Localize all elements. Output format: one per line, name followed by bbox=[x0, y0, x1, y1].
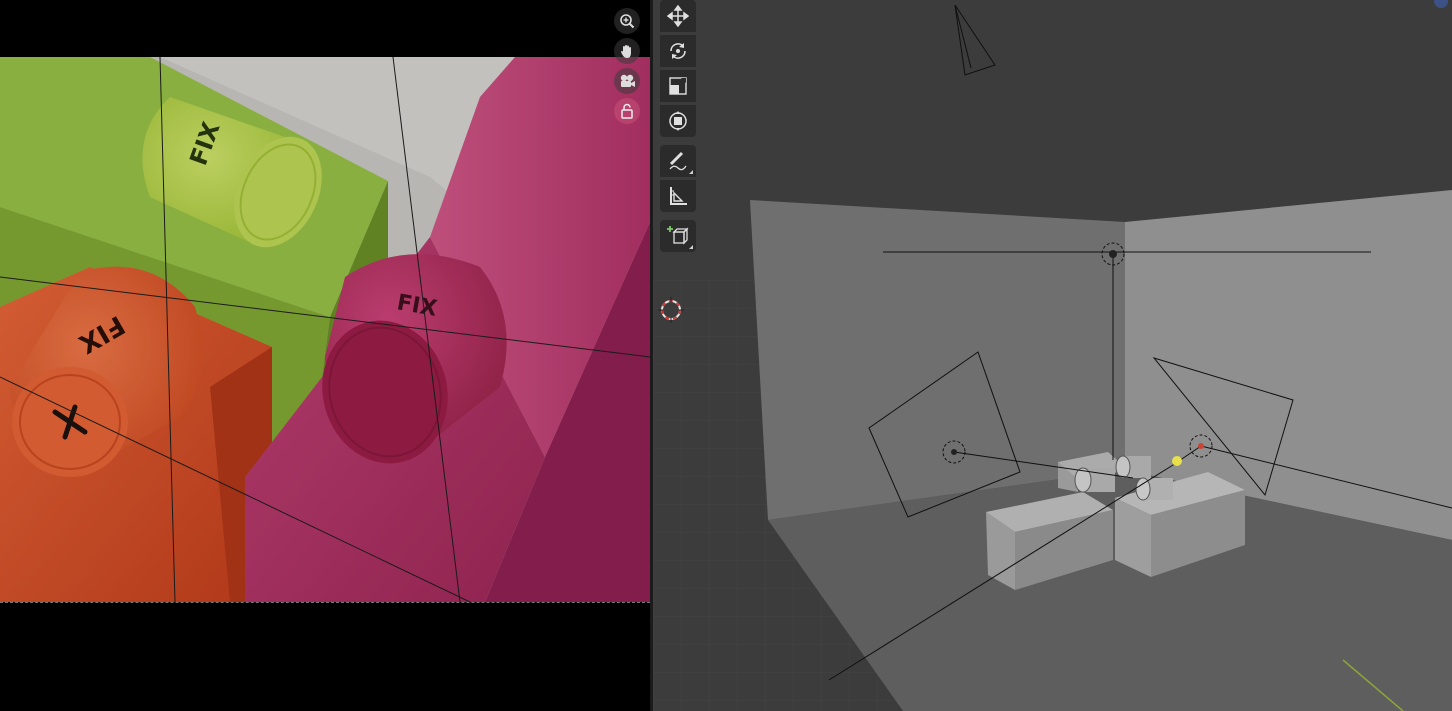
rotate-tool-button[interactable] bbox=[660, 35, 696, 67]
scale-tool-button[interactable] bbox=[660, 70, 696, 102]
add-cube-tool-button[interactable] bbox=[660, 220, 696, 252]
camera-icon[interactable] bbox=[614, 68, 640, 94]
annotate-tool-button[interactable] bbox=[660, 145, 696, 177]
annotate-icon bbox=[669, 151, 687, 171]
transform-icon bbox=[669, 111, 687, 131]
camera-frame-bottom-edge bbox=[0, 602, 650, 603]
scale-icon bbox=[669, 77, 687, 95]
camera-frame: FIX FIX FIX bbox=[0, 57, 650, 602]
add-cube-icon bbox=[667, 226, 689, 245]
selected-light-point[interactable] bbox=[1172, 456, 1182, 466]
rotate-icon bbox=[670, 43, 686, 59]
lock-icon[interactable] bbox=[614, 98, 640, 124]
measure-icon bbox=[670, 187, 687, 205]
move-icon bbox=[667, 5, 689, 27]
hand-icon[interactable] bbox=[614, 38, 640, 64]
zoom-icon[interactable] bbox=[614, 8, 640, 34]
camera-render-viewport[interactable]: FIX FIX FIX bbox=[0, 0, 650, 711]
tool-options-corner bbox=[689, 245, 693, 249]
scene-canvas bbox=[653, 0, 1452, 711]
move-tool-button[interactable] bbox=[660, 0, 696, 32]
measure-tool-button[interactable] bbox=[660, 180, 696, 212]
tool-options-corner bbox=[689, 170, 693, 174]
3d-viewport[interactable] bbox=[653, 0, 1452, 711]
transform-tool-button[interactable] bbox=[660, 105, 696, 137]
render-image: FIX FIX FIX bbox=[0, 57, 650, 602]
